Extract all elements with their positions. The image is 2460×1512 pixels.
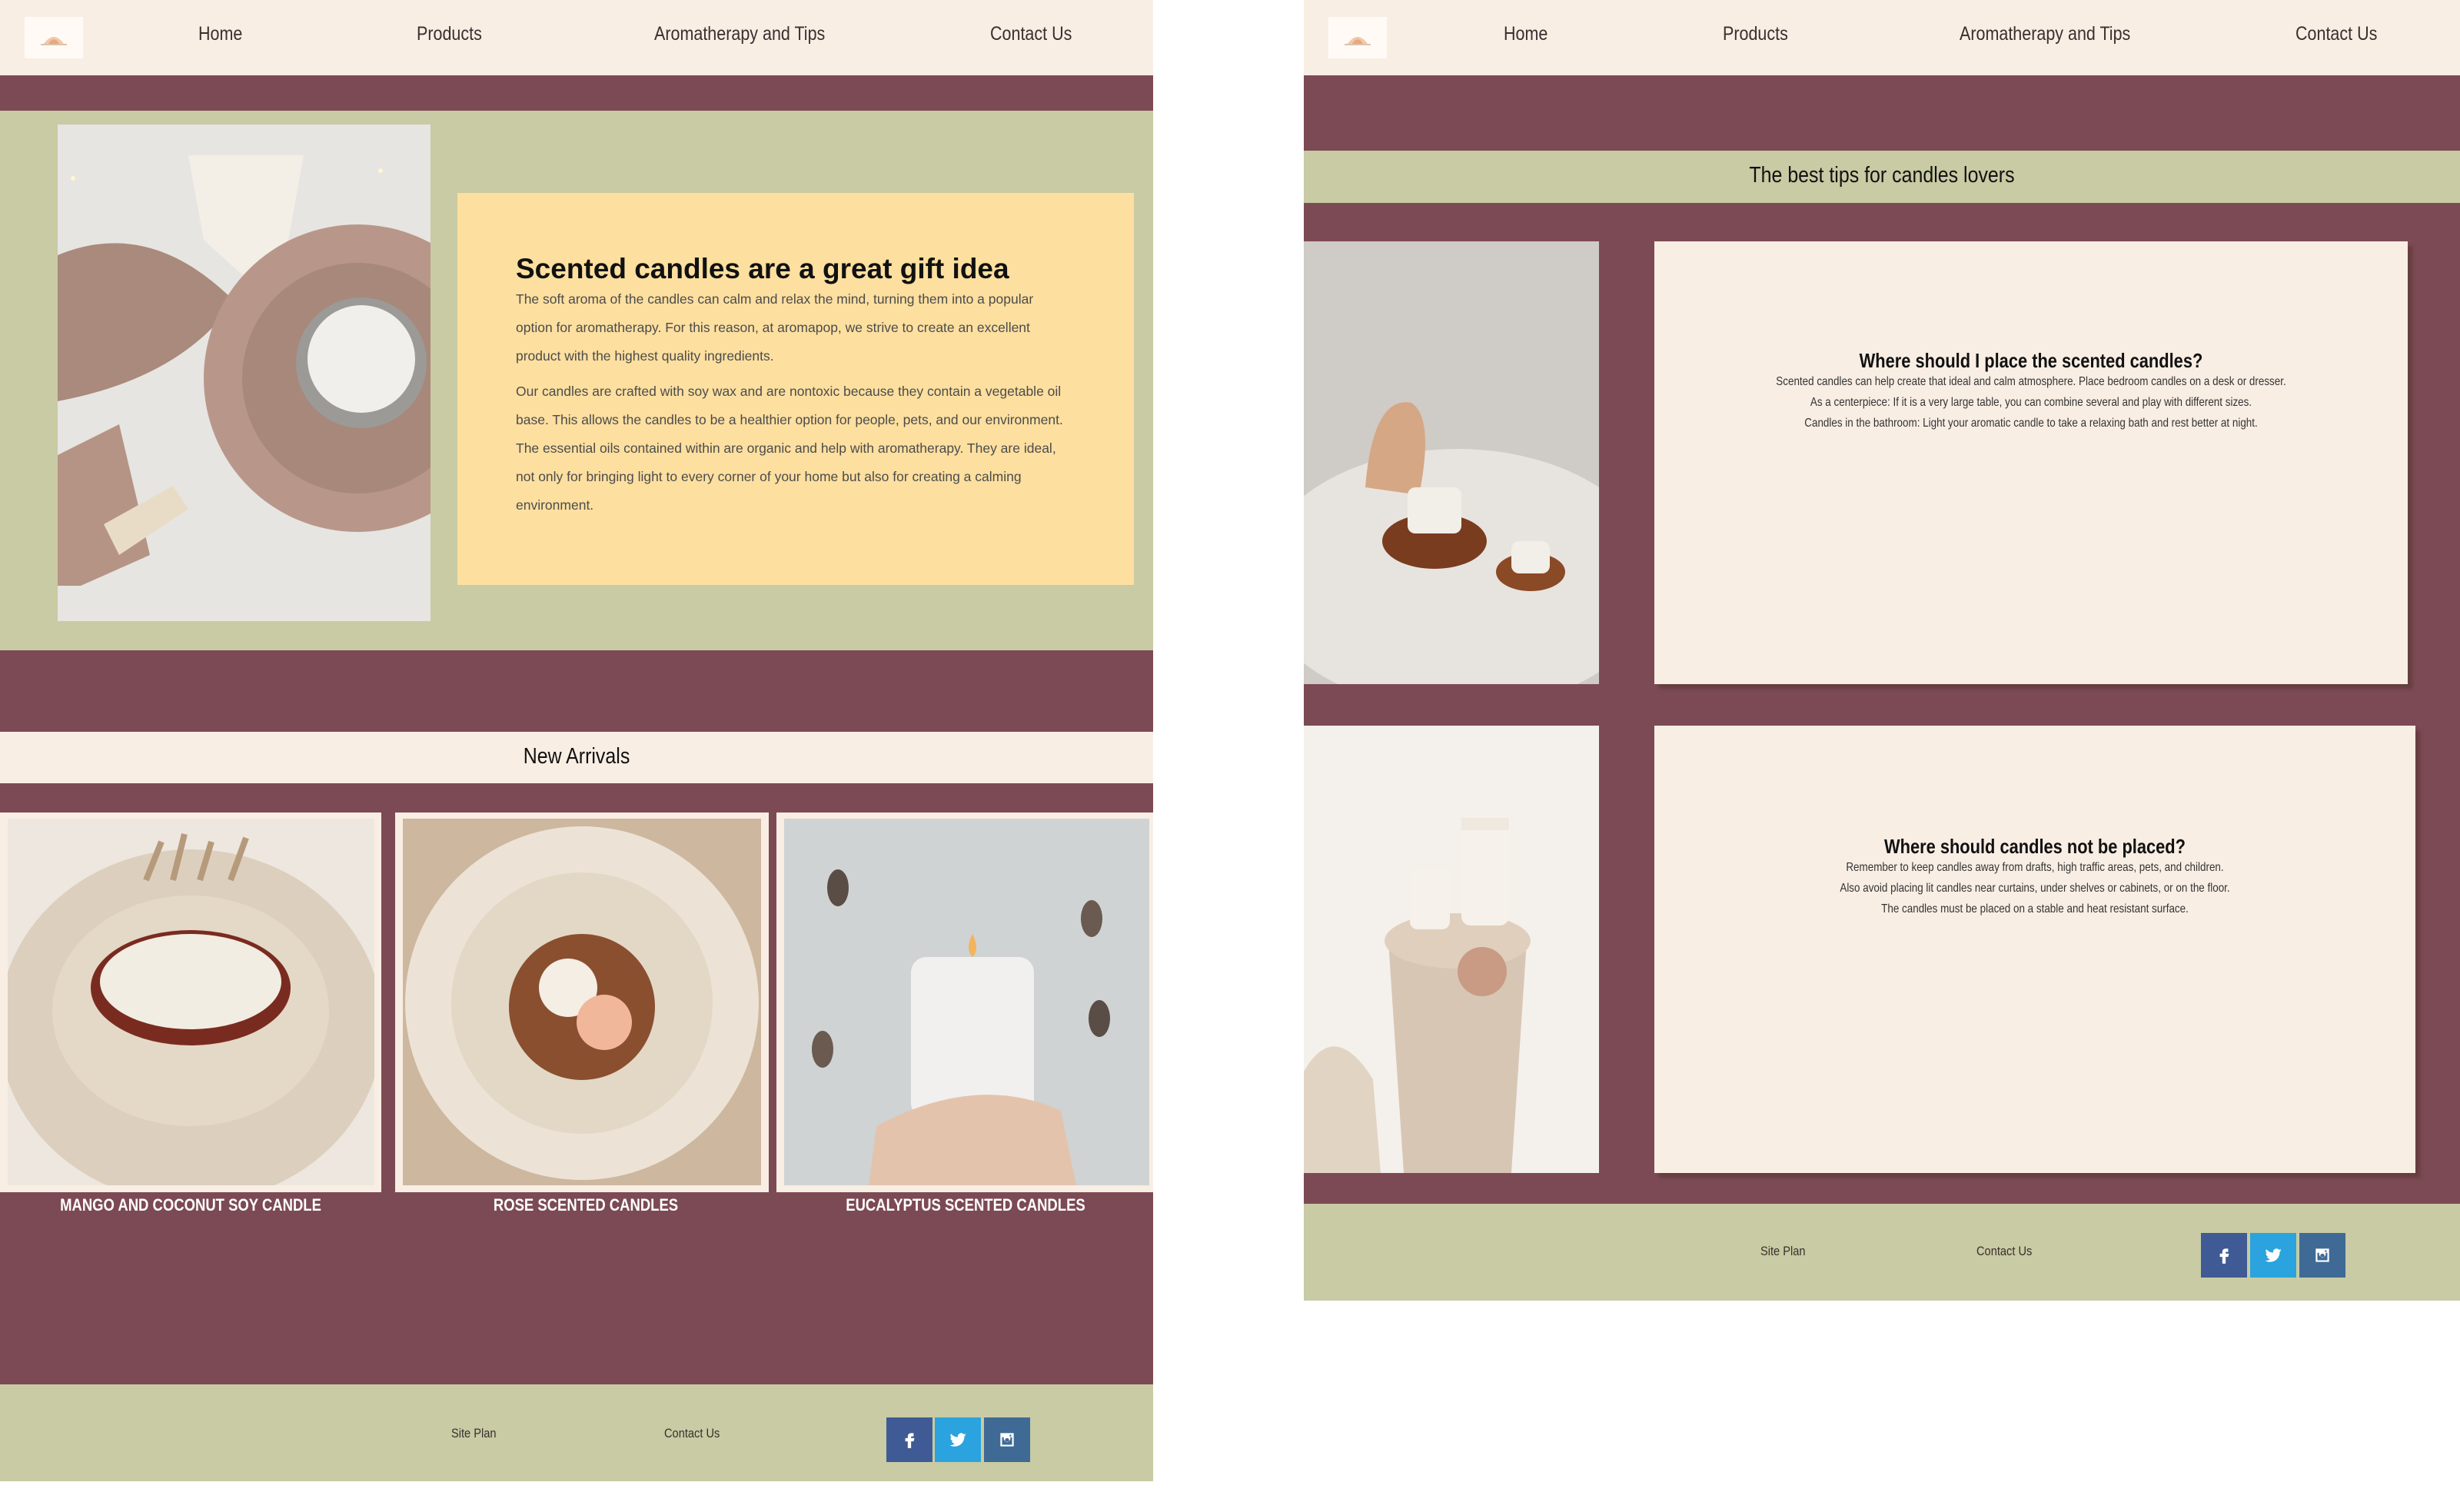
nav-home[interactable]: Home xyxy=(1504,23,1547,45)
hero-title: Scented candles are a great gift idea xyxy=(516,253,1009,284)
macrame-candle-photo xyxy=(58,125,430,621)
tips-page: Home Products Aromatherapy and Tips Cont… xyxy=(1304,0,2460,1301)
hero-text-card: Scented candles are a great gift idea Th… xyxy=(457,193,1134,585)
product-card[interactable] xyxy=(0,812,381,1192)
facebook-button[interactable] xyxy=(886,1417,932,1462)
new-arrivals-header: New Arrivals xyxy=(0,732,1153,783)
instagram-icon xyxy=(1000,1433,1014,1447)
footer: Site Plan Contact Us xyxy=(0,1384,1153,1481)
instagram-button[interactable] xyxy=(2299,1233,2345,1278)
twitter-icon xyxy=(2265,1248,2282,1262)
mango-coconut-candle-photo xyxy=(8,819,374,1185)
product-name[interactable]: ROSE SCENTED CANDLES xyxy=(430,1195,740,1215)
logo-icon xyxy=(32,24,76,52)
product-name[interactable]: EUCALYPTUS SCENTED CANDLES xyxy=(810,1195,1120,1215)
nav-contact-us[interactable]: Contact Us xyxy=(990,23,1072,45)
nav-home[interactable]: Home xyxy=(198,23,242,45)
twitter-icon xyxy=(949,1433,966,1447)
footer: Site Plan Contact Us xyxy=(1304,1204,2460,1301)
eucalyptus-candle-photo xyxy=(784,819,1149,1185)
tips-section: Where should I place the scented candles… xyxy=(1304,203,2460,1204)
brand-logo[interactable] xyxy=(25,17,83,58)
new-arrivals-title: New Arrivals xyxy=(523,744,630,769)
divider-band xyxy=(1304,75,2460,151)
divider-band xyxy=(0,75,1153,111)
nav-aromatherapy-tips[interactable]: Aromatherapy and Tips xyxy=(654,23,825,45)
nav-aromatherapy-tips[interactable]: Aromatherapy and Tips xyxy=(1960,23,2130,45)
tip-card-title: Where should candles not be placed? xyxy=(1884,835,2186,858)
facebook-icon xyxy=(905,1433,915,1448)
product-card[interactable] xyxy=(776,812,1153,1192)
tips-header: The best tips for candles lovers xyxy=(1304,151,2460,203)
tip-card-line: As a centerpiece: If it is a very large … xyxy=(1810,396,2252,409)
footer-site-plan[interactable]: Site Plan xyxy=(1760,1244,1806,1259)
candle-stool-photo xyxy=(1304,726,1599,1173)
facebook-button[interactable] xyxy=(2201,1233,2247,1278)
tip-card-line: Remember to keep candles away from draft… xyxy=(1846,861,2224,874)
hero-paragraph-1: The soft aroma of the candles can calm a… xyxy=(516,291,1034,364)
top-nav: Home Products Aromatherapy and Tips Cont… xyxy=(0,0,1153,75)
products-section: MANGO AND COCONUT SOY CANDLE ROSE SCENTE… xyxy=(0,783,1153,1384)
nav-products[interactable]: Products xyxy=(417,23,482,45)
home-page: Home Products Aromatherapy and Tips Cont… xyxy=(0,0,1153,1481)
tips-title: The best tips for candles lovers xyxy=(1749,163,2015,188)
instagram-button[interactable] xyxy=(984,1417,1030,1462)
logo-icon xyxy=(1335,24,1380,52)
twitter-button[interactable] xyxy=(2250,1233,2296,1278)
tip-card: Where should I place the scented candles… xyxy=(1654,241,2408,684)
footer-site-plan[interactable]: Site Plan xyxy=(451,1426,497,1441)
divider-band xyxy=(0,650,1153,732)
product-name[interactable]: MANGO AND COCONUT SOY CANDLE xyxy=(35,1195,345,1215)
hero-paragraph-2: Our candles are crafted with soy wax and… xyxy=(516,384,1063,513)
twitter-button[interactable] xyxy=(935,1417,981,1462)
product-card[interactable] xyxy=(395,812,769,1192)
rose-candles-photo xyxy=(403,819,761,1185)
tip-card-line: Scented candles can help create that ide… xyxy=(1776,375,2286,388)
bubble-candles-photo xyxy=(1304,241,1599,684)
nav-products[interactable]: Products xyxy=(1723,23,1788,45)
tip-card: Where should candles not be placed? Reme… xyxy=(1654,726,2415,1173)
tip-card-line: Candles in the bathroom: Light your arom… xyxy=(1804,417,2258,430)
instagram-icon xyxy=(2315,1248,2329,1262)
footer-contact-us[interactable]: Contact Us xyxy=(664,1426,720,1441)
tip-card-title: Where should I place the scented candles… xyxy=(1859,349,2203,372)
footer-contact-us[interactable]: Contact Us xyxy=(1976,1244,2032,1259)
brand-logo[interactable] xyxy=(1328,17,1387,58)
top-nav: Home Products Aromatherapy and Tips Cont… xyxy=(1304,0,2460,75)
hero-section: Scented candles are a great gift idea Th… xyxy=(0,111,1153,650)
nav-contact-us[interactable]: Contact Us xyxy=(2295,23,2377,45)
facebook-icon xyxy=(2219,1248,2229,1264)
tip-card-line: The candles must be placed on a stable a… xyxy=(1881,902,2189,916)
tip-card-line: Also avoid placing lit candles near curt… xyxy=(1840,882,2230,895)
